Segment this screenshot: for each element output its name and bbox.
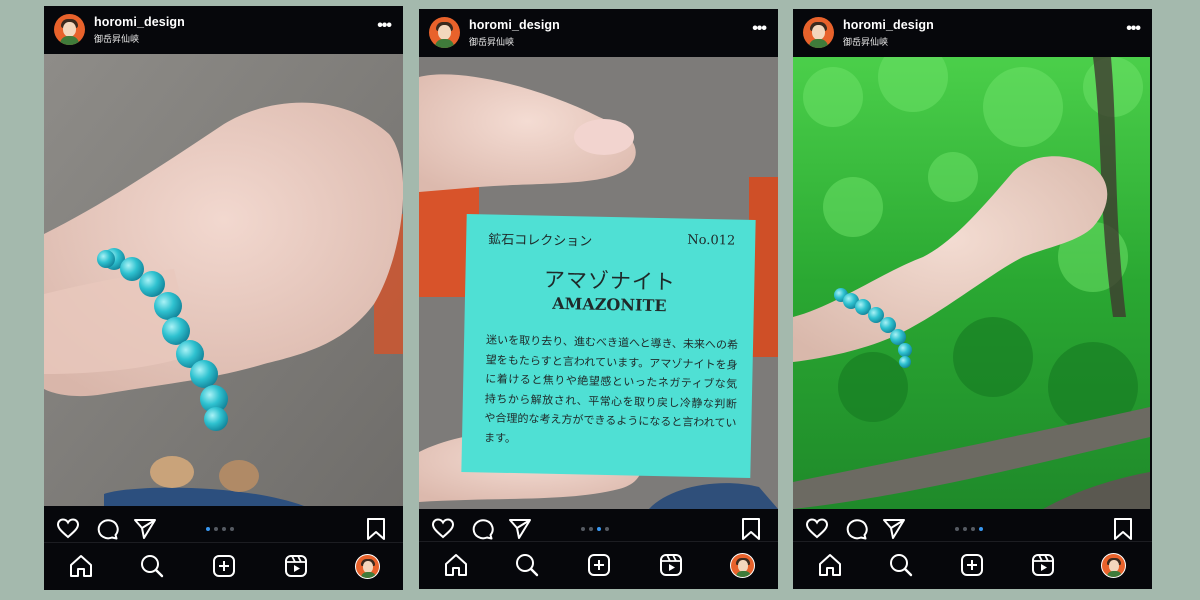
paper-plane-icon[interactable] [882,517,906,541]
paper-plane-icon[interactable] [133,517,157,541]
user-avatar[interactable] [54,14,85,45]
username[interactable]: horomi_design [469,18,560,32]
post-card-3: horomi_design 御岳昇仙峡 ••• [793,9,1152,589]
more-options-icon[interactable]: ••• [377,18,392,34]
reels-icon[interactable] [1030,552,1056,578]
carousel-indicator [955,527,983,531]
location-label[interactable]: 御岳昇仙峡 [94,32,139,45]
post-photo[interactable] [793,57,1152,509]
bottom-nav [419,541,778,589]
username[interactable]: horomi_design [94,15,185,29]
post-header: horomi_design 御岳昇仙峡 ••• [44,6,403,54]
bookmark-icon[interactable] [740,517,762,541]
comment-icon[interactable] [95,517,119,541]
create-post-icon[interactable] [586,552,612,578]
create-post-icon[interactable] [959,552,985,578]
bottom-nav [793,541,1152,589]
card-description: 迷いを取り去り、進むべき道へと導き、未来への希望をもたらすと言われています。アマ… [483,333,739,445]
home-icon[interactable] [817,552,843,578]
search-icon[interactable] [514,552,540,578]
card-number: No.012 [687,232,736,249]
user-avatar[interactable] [803,17,834,48]
home-icon[interactable] [443,552,469,578]
paper-plane-icon[interactable] [508,517,532,541]
bottom-nav [44,542,403,590]
location-label[interactable]: 御岳昇仙峡 [469,35,514,48]
create-post-icon[interactable] [211,553,237,579]
search-icon[interactable] [139,553,165,579]
more-options-icon[interactable]: ••• [752,21,767,37]
more-options-icon[interactable]: ••• [1126,21,1141,37]
username[interactable]: horomi_design [843,18,934,32]
comment-icon[interactable] [844,517,868,541]
bookmark-icon[interactable] [1112,517,1134,541]
post-photo[interactable]: 鉱石コレクション No.012 アマゾナイト AMAZONITE 迷いを取り去り… [419,57,778,509]
post-photo[interactable] [44,54,403,506]
profile-avatar[interactable] [1101,553,1126,578]
card-series-title: 鉱石コレクション [488,232,593,250]
heart-icon[interactable] [56,517,80,541]
post-header: horomi_design 御岳昇仙峡 ••• [419,9,778,57]
heart-icon[interactable] [805,517,829,541]
post-card-1: horomi_design 御岳昇仙峡 ••• [44,6,403,590]
user-avatar[interactable] [429,17,460,48]
post-card-2: horomi_design 御岳昇仙峡 ••• 鉱石コレクション No.012 … [419,9,778,589]
carousel-indicator [581,527,609,531]
profile-avatar[interactable] [355,554,380,579]
heart-icon[interactable] [431,517,455,541]
profile-avatar[interactable] [730,553,755,578]
post-header: horomi_design 御岳昇仙峡 ••• [793,9,1152,57]
location-label[interactable]: 御岳昇仙峡 [843,35,888,48]
comment-icon[interactable] [470,517,494,541]
reels-icon[interactable] [283,553,309,579]
home-icon[interactable] [68,553,94,579]
search-icon[interactable] [888,552,914,578]
mineral-info-card: 鉱石コレクション No.012 アマゾナイト AMAZONITE 迷いを取り去り… [461,214,756,478]
reels-icon[interactable] [658,552,684,578]
carousel-indicator [206,527,234,531]
bookmark-icon[interactable] [365,517,387,541]
